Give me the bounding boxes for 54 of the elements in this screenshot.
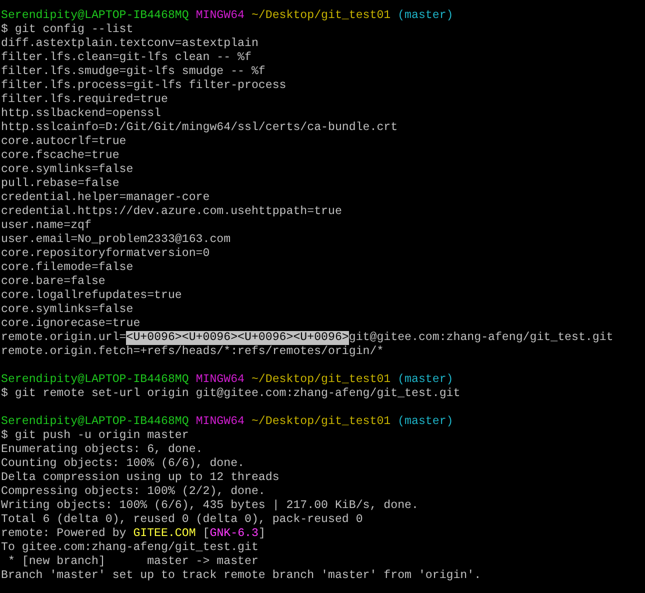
output-text: Enumerating objects: 6, done. [1,443,203,457]
output-text: diff.astextplain.textconv=astextplain [1,37,258,51]
output-text: Branch 'master' set up to track remote branch 'master' from 'origin'. [1,569,482,583]
prompt-branch: (master) [398,9,454,23]
output-text: filter.lfs.clean=git-lfs clean -- %f [1,51,252,65]
output-text: remote.origin.fetch=+refs/heads/*:refs/remotes/origin/* [1,345,384,359]
command-text: $ git remote set-url origin git@gitee.com:zhang-afeng/git_test.git [1,387,460,401]
command-text: $ git config --list [1,23,134,37]
output-text: Writing objects: 100% (6/6), 435 bytes | 217.00 KiB/s, done. [1,499,418,513]
output-text: Total 6 (delta 0), reused 0 (delta 0), pack-reused 0 [1,513,363,527]
output-text: core.bare=false [1,275,106,289]
output-text: core.filemode=false [1,261,134,275]
output-text: To gitee.com:zhang-afeng/git_test.git [1,541,258,555]
prompt-user: Serendipity@LAPTOP-IB4468MQ [1,9,189,23]
output-text: core.symlinks=false [1,303,134,317]
selected-text: <U+0096><U+0096><U+0096><U+0096> [126,331,349,345]
output-text: core.symlinks=false [1,163,134,177]
version-tag: GNK-6.3 [210,527,258,541]
output-text: Counting objects: 100% (6/6), done. [1,457,245,471]
prompt-user: Serendipity@LAPTOP-IB4468MQ [1,373,189,387]
output-text: remote: Powered by [1,527,126,541]
prompt-branch: (master) [398,373,454,387]
prompt-path: ~/Desktop/git_test01 [251,415,391,429]
output-text: core.fscache=true [1,149,120,163]
prompt-path: ~/Desktop/git_test01 [251,373,391,387]
output-text: credential.https://dev.azure.com.usehttppath=true [1,205,342,219]
prompt-branch: (master) [398,415,454,429]
prompt-system: MINGW64 [196,415,245,429]
output-text: [ [202,527,210,541]
output-text: * [new branch] master -> master [6,555,258,569]
output-text: pull.rebase=false [1,177,120,191]
output-text: core.repositoryformatversion=0 [1,247,210,261]
output-text: credential.helper=manager-core [1,191,210,205]
output-text: git@gitee.com:zhang-afeng/git_test.git [348,331,614,345]
output-text: http.sslcainfo=D:/Git/Git/mingw64/ssl/certs/ca-bundle.crt [1,121,398,135]
prompt-user: Serendipity@LAPTOP-IB4468MQ [1,415,189,429]
prompt-system: MINGW64 [196,9,245,23]
output-text: filter.lfs.required=true [1,93,168,107]
prompt-system: MINGW64 [196,373,245,387]
output-text: filter.lfs.process=git-lfs filter-process [1,79,286,93]
output-text: core.autocrlf=true [1,135,126,149]
output-text: core.logallrefupdates=true [1,289,182,303]
output-text: core.ignorecase=true [1,317,140,331]
command-text: $ git push -u origin master [1,429,189,443]
output-text: Delta compression using up to 12 threads [1,471,280,485]
output-text: user.name=zqf [1,219,92,233]
prompt-path: ~/Desktop/git_test01 [251,9,391,23]
output-text: remote.origin.url= [1,331,126,345]
output-text: Compressing objects: 100% (2/2), done. [1,485,266,499]
output-text: user.email=No_problem2333@163.com [1,233,231,247]
brand-text: GITEE.COM [133,527,196,541]
output-text: ] [258,527,266,541]
output-text: filter.lfs.smudge=git-lfs smudge -- %f [1,65,266,79]
output-text: http.sslbackend=openssl [1,107,162,121]
